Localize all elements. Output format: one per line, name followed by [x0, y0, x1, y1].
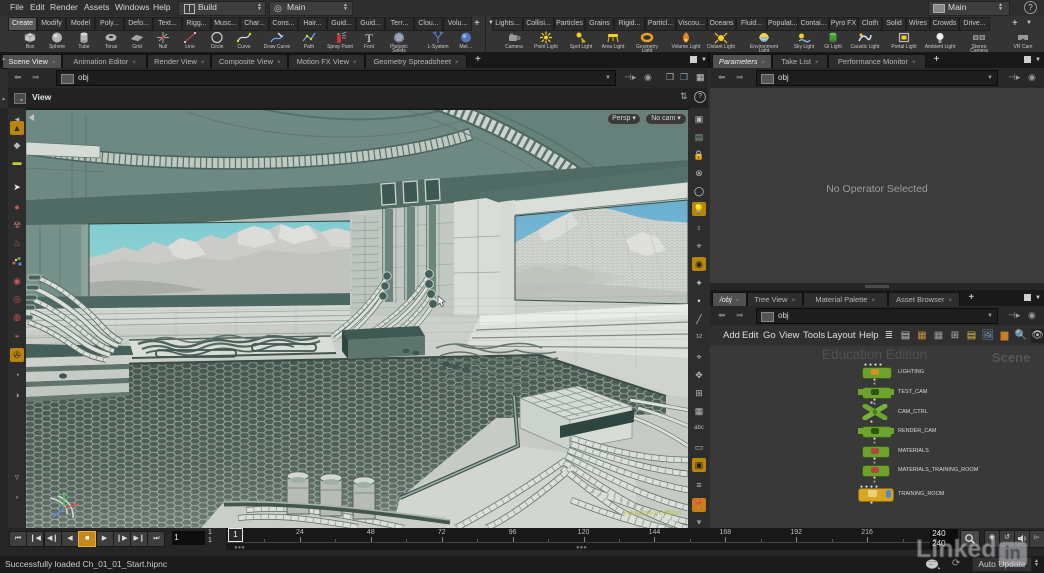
- svg-text:T: T: [365, 31, 373, 45]
- svg-text:Education Edition: Education Edition: [623, 508, 681, 517]
